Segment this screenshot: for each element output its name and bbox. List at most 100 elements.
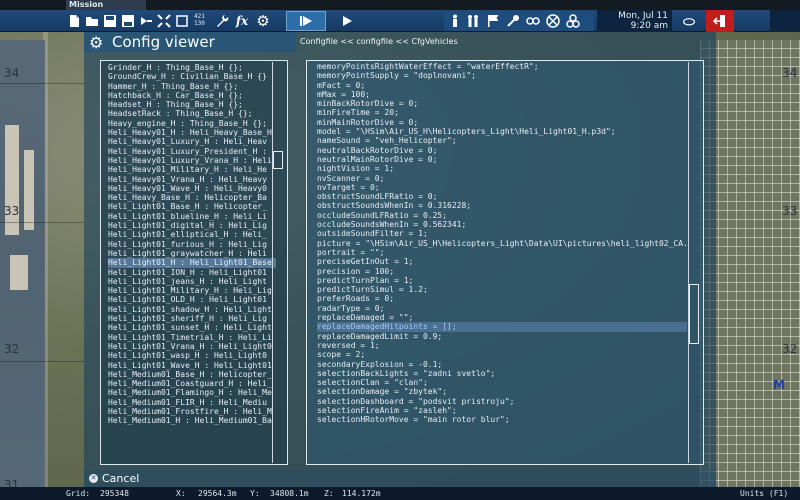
config-line[interactable]: selectionDashboard = "podsvit pristroju"… [317,397,687,406]
class-list-scrollbar[interactable] [272,62,284,463]
config-text-view[interactable]: memoryPointsRightWaterEffect = "waterEff… [306,60,704,465]
function-icon[interactable]: fx [234,10,250,32]
cancel-button[interactable]: ✕ Cancel [84,470,716,487]
config-line[interactable]: model = "\HSim\Air_US_H\Helicopters_Ligh… [317,127,687,136]
class-list-item[interactable]: Heli_Light01_OLD_H : Heli_Light01 [108,295,276,304]
config-line[interactable]: selectionFireAnim = "zasleh"; [317,406,687,415]
play-icon[interactable] [338,10,356,32]
class-list-item[interactable]: Heli_Medium01_Flamingo_H : Heli_Me [108,388,276,397]
class-list-scroll-thumb[interactable] [273,151,283,169]
class-list-item[interactable]: Heli_Heavy01_H : Heli_Heavy_Base_H [108,128,276,137]
class-list-item[interactable]: Heli_Light01_digital_H : Heli_Lig [108,221,276,230]
class-list-item[interactable]: Heli_Heavy01_Vrana_H : Heli_Heavy [108,175,276,184]
config-line[interactable]: occludeSoundLFRatio = 0.25; [317,211,687,220]
units-label[interactable]: Units (F1) [740,487,788,500]
config-lines[interactable]: memoryPointsRightWaterEffect = "waterEff… [317,62,687,425]
class-list-item[interactable]: Heli_Light01_Military_H : Heli_Lig [108,286,276,295]
config-line[interactable]: replaceDamaged = ""; [317,313,687,322]
config-line[interactable]: mFact = 0; [317,81,687,90]
config-line[interactable]: memoryPointSupply = "doplnovani"; [317,71,687,80]
config-line[interactable]: nvScanner = 0; [317,174,687,183]
config-line[interactable]: selectionHRotorMove = "main rotor blur"; [317,415,687,424]
cloud-icon[interactable] [678,10,700,32]
class-list-item[interactable]: Grinder_H : Thing_Base_H {}; [108,63,276,72]
class-list-item[interactable]: Heli_Heavy01_Military_H : Heli_He [108,165,276,174]
mission-tab[interactable]: Mission [66,0,146,10]
config-line[interactable]: obstructSoundLFRatio = 0; [317,192,687,201]
class-list-item[interactable]: Heli_Heavy01_Luxury_Vrana_H : Heli [108,156,276,165]
class-list-item[interactable]: HeadsetRack : Thing_Base_H {}; [108,109,276,118]
new-file-icon[interactable] [66,10,82,32]
class-list-item[interactable]: Heli_Medium01_Base_H : Helicopter_ [108,370,276,379]
config-line[interactable]: secondaryExplosion = -0.1; [317,360,687,369]
groups-icon[interactable] [464,10,482,32]
save-as-icon[interactable] [120,10,136,32]
map-marker[interactable]: M [773,378,785,392]
sync-icon[interactable] [524,10,542,32]
config-line[interactable]: neutralBackRotorDive = 0; [317,146,687,155]
config-line[interactable]: radarType = 0; [317,304,687,313]
date-time[interactable]: Mon, Jul 11 9:20 am [597,10,672,32]
class-list-item[interactable]: Heavy_engine_H : Thing_Base_H {}; [108,119,276,128]
class-list-item[interactable]: Headset_H : Thing_Base_H {}; [108,100,276,109]
config-scrollbar[interactable] [688,62,700,463]
class-list-item[interactable]: Heli_Light01_Wave_H : Heli_Light01 [108,361,276,370]
class-list-item[interactable]: Heli_Medium01_H : Heli_Medium01_Ba [108,416,276,425]
modules-icon[interactable] [564,10,582,32]
waypoints-icon[interactable] [484,10,502,32]
open-folder-icon[interactable] [84,10,100,32]
class-list-item[interactable]: Heli_Medium01_FLIR_H : Heli_Mediu [108,398,276,407]
wrench-arrow-icon[interactable] [138,10,154,32]
config-line[interactable]: selectionBackLights = "zadni svetlo"; [317,369,687,378]
class-list-item[interactable]: Hatchback_H : Car_Base_H {}; [108,91,276,100]
config-line[interactable]: predictTurnPlan = 1; [317,276,687,285]
config-line[interactable]: preferRoads = 0; [317,294,687,303]
class-list-item[interactable]: Heli_Light01_ION_H : Heli_Light01 [108,268,276,277]
class-list-item[interactable]: Heli_Light01_Vrana_H : Heli_Light0 [108,342,276,351]
class-list-item[interactable]: Heli_Heavy_Base_H : Helicopter_Ba [108,193,276,202]
center-icon[interactable] [156,10,172,32]
config-line[interactable]: obstructSoundsWhenIn = 0.316228; [317,201,687,210]
class-list-item[interactable]: Heli_Heavy01_Luxury_President_H : [108,147,276,156]
class-list-item[interactable]: Heli_Medium01_Frostfire_H : Heli_M [108,407,276,416]
class-list-item[interactable]: Heli_Light01_Timetrial_H : Heli_Li [108,333,276,342]
preview-icon[interactable] [297,10,315,32]
class-list-item[interactable]: Heli_Light01_graywatcher_H : Heli [108,249,276,258]
config-line[interactable]: outsideSoundFilter = 1; [317,229,687,238]
class-list-item[interactable]: Heli_Heavy01_Luxury_H : Heli_Heav [108,137,276,146]
config-line[interactable]: selectionClan = "clan"; [317,378,687,387]
config-line[interactable]: occludeSoundsWhenIn = 0.562341; [317,220,687,229]
config-scroll-thumb[interactable] [689,284,699,344]
class-list-item[interactable]: Heli_Light01_sunset_H : Heli_Light [108,323,276,332]
class-list-item[interactable]: Heli_Light01_blueline_H : Heli_Li [108,212,276,221]
class-list[interactable]: Grinder_H : Thing_Base_H {}; GroundCrew_H… [100,60,288,465]
config-line[interactable]: minFireTime = 20; [317,108,687,117]
config-line[interactable]: reversed = 1; [317,341,687,350]
config-line[interactable]: nightVision = 1; [317,164,687,173]
config-line[interactable]: predictTurnSimul = 1.2; [317,285,687,294]
config-line[interactable]: portrait = ""; [317,248,687,257]
class-list-item[interactable]: Heli_Medium01_Coastguard_H : Heli_ [108,379,276,388]
config-line[interactable]: replaceDamagedLimit = 0.9; [317,332,687,341]
config-line[interactable]: nvTarget = 0; [317,183,687,192]
exit-button[interactable] [706,10,734,32]
save-icon[interactable] [102,10,118,32]
class-list-item[interactable]: GroundCrew_H : Civilian_Base_H {} [108,72,276,81]
config-line[interactable]: selectionDamage = "zbytek"; [317,387,687,396]
gear-icon[interactable]: ⚙ [255,10,271,32]
class-list-item[interactable]: Heli_Light01_furious_H : Heli_Lig [108,240,276,249]
config-line[interactable]: mMax = 100; [317,90,687,99]
class-list-item[interactable]: Heli_Light01_Base_H : Helicopter_ [108,202,276,211]
class-list-item[interactable]: Heli_Light01_H : Heli_Light01_Base [108,258,276,268]
config-line[interactable]: minBackRotorDive = 0; [317,99,687,108]
class-list-item[interactable]: Heli_Heavy01_Wave_H : Heli_Heavy0 [108,184,276,193]
class-list-item[interactable]: Heli_Light01_elliptical_H : Heli_ [108,230,276,239]
config-line[interactable]: memoryPointsRightWaterEffect = "waterEff… [317,62,687,71]
config-line[interactable]: replaceDamagedHitpoints = []; [317,322,687,332]
config-line[interactable]: minMainRotorDive = 0; [317,118,687,127]
config-line[interactable]: preciseGetInOut = 1; [317,257,687,266]
triggers-icon[interactable] [504,10,522,32]
class-list-item[interactable]: Heli_Light01_jeans_H : Heli_Light [108,277,276,286]
class-list-item[interactable]: Heli_Light01_shadow_H : Heli_Light [108,305,276,314]
config-line[interactable]: scope = 2; [317,350,687,359]
